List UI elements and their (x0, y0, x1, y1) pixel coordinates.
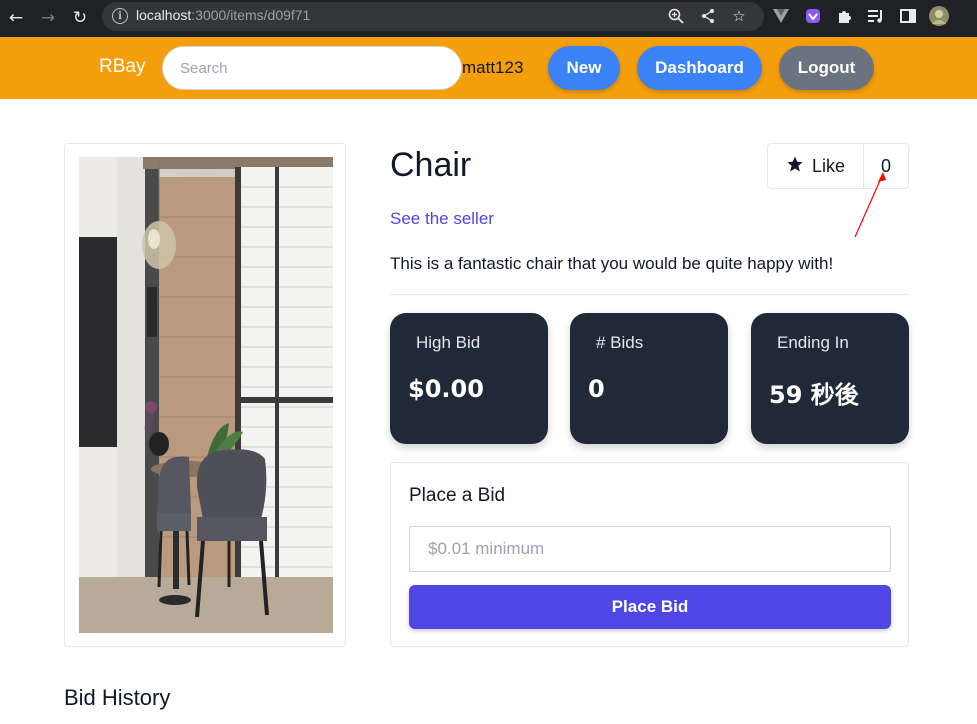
item-photo (79, 157, 333, 633)
sidebar-panel-icon[interactable] (898, 6, 918, 26)
brand-logo[interactable]: RBay (99, 56, 145, 78)
stat-label: Ending In (777, 333, 849, 352)
stat-value: 0 (588, 375, 605, 403)
zoom-icon[interactable] (666, 6, 686, 26)
place-bid-button[interactable]: Place Bid (409, 585, 891, 629)
stat-ending-in: Ending In 59 秒後 (751, 313, 909, 444)
divider (390, 294, 909, 295)
star-icon (786, 155, 804, 177)
bookmark-star-icon[interactable]: ☆ (729, 6, 749, 26)
bid-history-heading: Bid History (64, 685, 171, 710)
item-image-card (64, 143, 346, 647)
profile-avatar-icon[interactable] (929, 6, 949, 26)
vue-devtools-icon[interactable] (771, 6, 791, 26)
logout-button[interactable]: Logout (779, 46, 874, 90)
stat-high-bid: High Bid $0.00 (390, 313, 548, 444)
extensions-puzzle-icon[interactable] (834, 6, 854, 26)
reload-icon[interactable]: ↻ (68, 6, 92, 30)
place-bid-card: Place a Bid Place Bid (390, 462, 909, 647)
like-count: 0 (880, 155, 891, 176)
info-icon[interactable]: i (112, 8, 128, 24)
stat-value: 59 秒後 (769, 381, 859, 409)
username-label: matt123 (462, 58, 524, 77)
like-button[interactable]: Like (768, 144, 864, 188)
bid-amount-input[interactable] (409, 526, 891, 572)
item-title: Chair (390, 146, 472, 184)
place-bid-heading: Place a Bid (409, 485, 506, 506)
item-description: This is a fantastic chair that you would… (390, 254, 834, 273)
media-queue-icon[interactable] (866, 6, 886, 26)
like-label: Like (811, 155, 846, 176)
extension-shield-icon[interactable] (803, 6, 823, 26)
address-bar[interactable]: i localhost:3000/items/d09f71 ☆ (102, 2, 764, 31)
search-input[interactable] (162, 46, 462, 90)
back-arrow-icon[interactable]: ← (4, 6, 28, 30)
stat-value: $0.00 (408, 375, 484, 403)
url-text[interactable]: localhost:3000/items/d09f71 (136, 7, 310, 23)
stat-label: High Bid (416, 333, 481, 352)
stat-label: # Bids (596, 333, 644, 352)
new-button[interactable]: New (548, 46, 620, 90)
forward-arrow-icon[interactable]: → (36, 6, 60, 30)
share-icon[interactable] (698, 6, 718, 26)
app-navbar: RBay matt123 New Dashboard Logout (0, 37, 977, 99)
like-widget: Like 0 (767, 143, 909, 189)
see-seller-link[interactable]: See the seller (390, 209, 494, 229)
dashboard-button[interactable]: Dashboard (637, 46, 762, 90)
stat-bid-count: # Bids 0 (570, 313, 728, 444)
browser-toolbar: ← → ↻ i localhost:3000/items/d09f71 ☆ (0, 0, 977, 37)
